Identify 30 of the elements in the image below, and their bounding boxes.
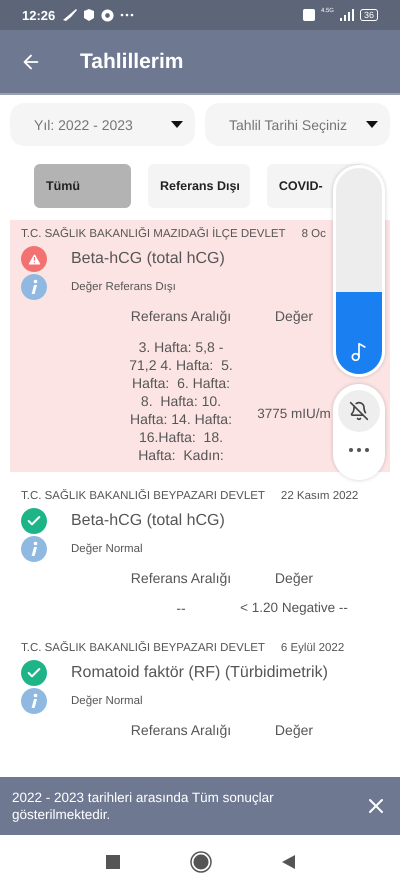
status-text: Değer Normal (71, 695, 143, 707)
result-date: 6 Eylül 2022 (280, 642, 344, 654)
column-heading: Değer (274, 570, 314, 586)
result-date: 22 Kasım 2022 (280, 490, 358, 502)
test-name: Beta-hCG (total hCG) (71, 250, 225, 268)
column-heading: Referans Aralığı (130, 570, 232, 586)
column-heading: Referans Aralığı (130, 308, 232, 324)
filter-tab[interactable]: Referans Dışı (148, 164, 250, 208)
institution-name: T.C. SAĞLIK BAKANLIĞI BEYPAZARI DEVLET (21, 642, 265, 654)
battery-icon: 36 (360, 9, 378, 21)
reference-range: 3. Hafta: 5,8 - 71,2 4. Hafta: 5. Hafta: 6. Hafta: 8. Hafta: 10. Hafta: 14. Hafta: 16.Hafta: 18. Hafta: Kadın: (128, 338, 234, 464)
column-heading: Referans Aralığı (130, 722, 232, 738)
column-heading: Değer (274, 722, 314, 738)
result-value: 3775 mIU/m (257, 406, 331, 422)
institution-name: T.C. SAĞLIK BAKANLIĞI BEYPAZARI DEVLET (21, 490, 265, 502)
snackbar-message: 2022 - 2023 tarihleri arasında Tüm sonuçlar gösterilmektedir. (12, 789, 275, 823)
dropdown[interactable]: Tahlil Tarihi Seçiniz (205, 103, 390, 146)
filter-tab[interactable]: Tümü (34, 164, 131, 208)
dropdown[interactable]: Yıl: 2022 - 2023 (10, 103, 195, 146)
reference-range: -- (176, 600, 186, 616)
status-text: Değer Normal (71, 543, 143, 555)
result-date: 8 Oc (302, 228, 326, 240)
column-heading: Değer (274, 308, 314, 324)
test-name: Beta-hCG (total hCG) (71, 512, 225, 530)
page-title: Tahlillerim (80, 50, 184, 74)
result-value: < 1.20 Negative -- (240, 600, 348, 616)
test-name: Romatoid faktör (RF) (Türbidimetrik) (71, 664, 328, 682)
status-text: Değer Referans Dışı (71, 281, 176, 293)
status-time: 12:26 (22, 8, 56, 22)
institution-name: T.C. SAĞLIK BAKANLIĞI MAZIDAĞI İLÇE DEVLET (21, 228, 286, 240)
